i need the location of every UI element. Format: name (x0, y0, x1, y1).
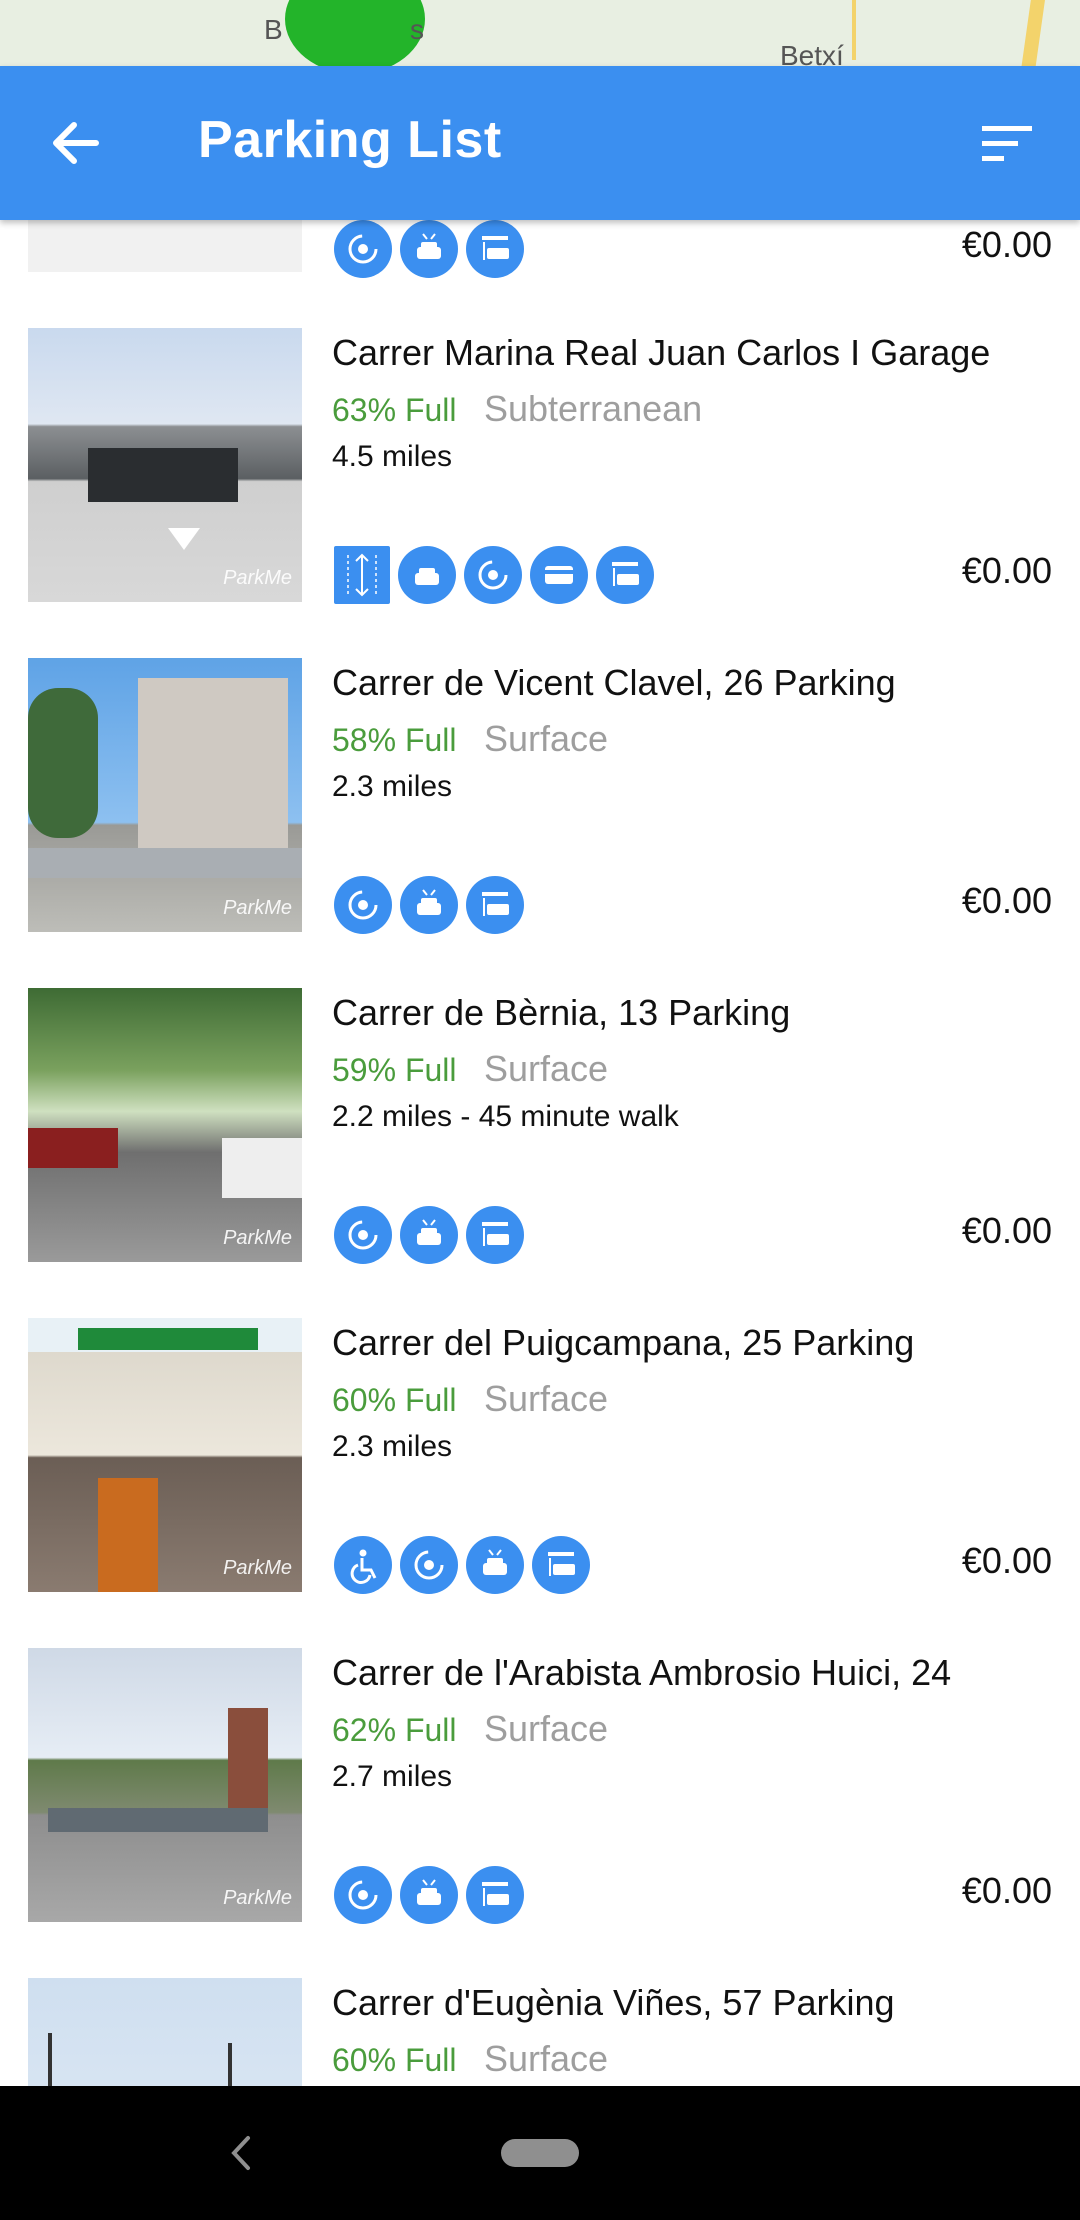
parking-name: Carrer de Bèrnia, 13 Parking (332, 992, 791, 1033)
list-item[interactable]: ParkMe Carrer del Puigcampana, 25 Parkin… (0, 1318, 1080, 1648)
parking-type: Surface (484, 1048, 609, 1089)
parking-photo: ParkMe (28, 658, 302, 932)
list-item[interactable]: ParkMe Carrer de Bèrnia, 13 Parking 59% … (0, 988, 1080, 1318)
parking-name: Carrer del Puigcampana, 25 Parking (332, 1322, 915, 1363)
occupancy-text: 59% Full (332, 1052, 457, 1088)
height-limit-icon (334, 546, 390, 604)
parking-type: Surface (484, 1378, 609, 1419)
distance-text: 2.7 miles (332, 1760, 453, 1793)
amenity-icons (334, 1536, 590, 1594)
parking-name: Carrer de l'Arabista Ambrosio Huici, 24 (332, 1652, 952, 1693)
map-road (1019, 0, 1047, 66)
price: €0.00 (961, 1210, 1052, 1251)
list-item[interactable]: ParkMe Carrer de Vicent Clavel, 26 Parki… (0, 658, 1080, 988)
occupancy-text: 60% Full (332, 1382, 457, 1418)
map-place-label: B (264, 14, 283, 45)
parking-list[interactable]: €0.00 ParkMe Carrer Marina Real Juan Car… (0, 220, 1080, 2086)
arrow-left-icon (53, 122, 99, 164)
amenity-icons (334, 546, 654, 604)
map-location-marker[interactable] (285, 0, 425, 66)
parking-name: Carrer de Vicent Clavel, 26 Parking (332, 662, 896, 703)
map-place-label: Betxí (780, 40, 844, 66)
credit-card-icon (530, 546, 588, 604)
car-wash-icon (398, 546, 456, 604)
parking-type: Surface (484, 718, 609, 759)
distance-text: 2.2 miles - 45 minute walk (332, 1100, 679, 1133)
occupancy-text: 58% Full (332, 722, 457, 758)
open-24h-icon (334, 220, 392, 278)
app-bar: Parking List (0, 66, 1080, 220)
sort-icon (982, 126, 1032, 161)
parking-photo: ParkMe (28, 988, 302, 1262)
open-24h-icon (464, 546, 522, 604)
distance-text: 2.3 miles (332, 770, 453, 803)
parking-photo: ParkMe (28, 328, 302, 602)
open-24h-icon (400, 1536, 458, 1594)
price: €0.00 (961, 1870, 1052, 1911)
parking-name: Carrer Marina Real Juan Carlos I Garage (332, 332, 991, 373)
system-navigation-bar (0, 2086, 1080, 2220)
price: €0.00 (961, 550, 1052, 591)
car-entrance-icon (466, 876, 524, 934)
amenity-icons (334, 220, 524, 278)
car-entrance-icon (466, 1866, 524, 1924)
parking-name: Carrer d'Eugènia Viñes, 57 Parking (332, 1982, 895, 2023)
price: €0.00 (961, 224, 1052, 265)
open-24h-icon (334, 876, 392, 934)
page-title: Parking List (198, 111, 502, 169)
price: €0.00 (961, 880, 1052, 921)
back-button[interactable] (44, 111, 108, 175)
sort-button[interactable] (978, 116, 1040, 172)
list-item[interactable]: ParkMe Carrer de l'Arabista Ambrosio Hui… (0, 1648, 1080, 1978)
car-entrance-icon (596, 546, 654, 604)
distance-text: 2.3 miles (332, 1430, 453, 1463)
car-wash-icon (400, 220, 458, 278)
parking-type: Surface (484, 2038, 609, 2079)
amenity-icons (334, 876, 524, 934)
car-entrance-icon (532, 1536, 590, 1594)
map-road (852, 0, 860, 60)
screen: B s Betxí Parking List €0.00 ParkMe Carr… (0, 0, 1080, 2220)
parking-photo (28, 1978, 302, 2086)
list-item[interactable]: Carrer d'Eugènia Viñes, 57 Parking 60% F… (0, 1978, 1080, 2086)
map-view[interactable]: B s Betxí (0, 0, 1080, 66)
system-home-button[interactable] (501, 2139, 579, 2167)
open-24h-icon (334, 1206, 392, 1264)
amenity-icons (334, 1206, 524, 1264)
price: €0.00 (961, 1540, 1052, 1581)
parking-photo: ParkMe (28, 1318, 302, 1592)
parking-type: Subterranean (484, 388, 703, 429)
parking-photo: ParkMe (28, 1648, 302, 1922)
occupancy-text: 62% Full (332, 1712, 457, 1748)
chevron-left-icon (231, 2136, 250, 2170)
car-wash-icon (400, 876, 458, 934)
distance-text: 4.5 miles (332, 440, 453, 473)
amenity-icons (334, 1866, 524, 1924)
occupancy-text: 63% Full (332, 392, 457, 428)
car-entrance-icon (466, 1206, 524, 1264)
list-item[interactable]: ParkMe Carrer Marina Real Juan Carlos I … (0, 328, 1080, 658)
car-wash-icon (400, 1206, 458, 1264)
system-back-button[interactable] (222, 2130, 262, 2176)
map-place-label: s (410, 14, 424, 45)
occupancy-text: 60% Full (332, 2042, 457, 2078)
car-wash-icon (400, 1866, 458, 1924)
wheelchair-icon (334, 1536, 392, 1594)
car-wash-icon (466, 1536, 524, 1594)
car-entrance-icon (466, 220, 524, 278)
parking-type: Surface (484, 1708, 609, 1749)
open-24h-icon (334, 1866, 392, 1924)
parking-photo (28, 220, 302, 272)
